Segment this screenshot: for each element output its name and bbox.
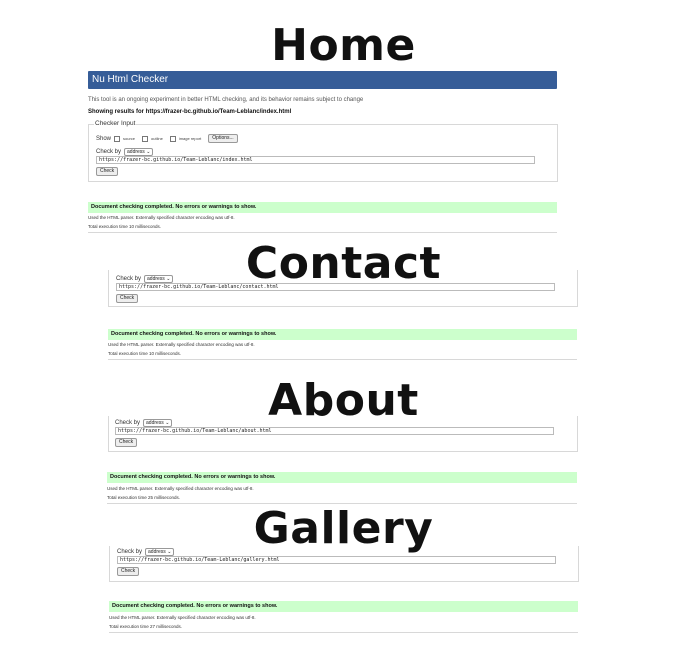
check-by-select[interactable]: address ⌄ [145, 548, 175, 556]
success-message-gallery: Document checking completed. No errors o… [109, 601, 578, 612]
check-by-label: Check by [117, 549, 143, 555]
showing-url: https://frazer-bc.github.io/Team-Leblanc… [145, 109, 292, 115]
outline-checkbox[interactable] [142, 135, 149, 142]
check-by-select[interactable]: address ⌄ [144, 275, 174, 283]
divider-home [88, 232, 557, 233]
check-row-gallery: Check [117, 567, 140, 576]
check-by-row-home: Check by address ⌄ [96, 148, 154, 156]
check-row-contact: Check [116, 294, 139, 303]
check-by-row-contact: Check by address ⌄ [116, 275, 174, 283]
image-report-checkbox[interactable] [169, 135, 176, 142]
url-input-home[interactable]: https://frazer-bc.github.io/Team-Leblanc… [96, 156, 535, 164]
show-options-row: Show source outline image report Options… [96, 134, 238, 143]
source-label: source [123, 136, 136, 141]
url-input-about[interactable]: https://frazer-bc.github.io/Team-Leblanc… [115, 427, 554, 435]
check-by-label: Check by [115, 420, 141, 426]
check-by-select[interactable]: address ⌄ [124, 148, 154, 156]
url-input-contact[interactable]: https://frazer-bc.github.io/Team-Leblanc… [116, 283, 555, 291]
check-row-home: Check [96, 167, 119, 176]
section-title-contact: Contact [245, 238, 442, 289]
parser-note-gallery: Used the HTML parser. Externally specifi… [109, 615, 256, 620]
divider-contact [108, 359, 577, 360]
section-title-home: Home [271, 20, 416, 71]
outline-label: outline [151, 136, 163, 141]
box-bottom-gallery [109, 581, 579, 582]
box-bottom-contact [108, 306, 578, 307]
success-message-home: Document checking completed. No errors o… [88, 202, 557, 213]
show-label: Show [96, 135, 112, 142]
check-button-contact[interactable]: Check [116, 294, 139, 303]
execution-time-about: Total execution time 25 milliseconds. [107, 495, 181, 500]
check-button-gallery[interactable]: Check [117, 567, 140, 576]
check-by-row-about: Check by address ⌄ [115, 419, 173, 427]
execution-time-gallery: Total execution time 27 milliseconds. [109, 624, 183, 629]
checker-input-legend: Checker Input [94, 120, 137, 127]
success-message-contact: Document checking completed. No errors o… [108, 329, 577, 340]
intro-text: This tool is an ongoing experiment in be… [88, 97, 364, 103]
check-by-label: Check by [116, 276, 142, 282]
parser-note-home: Used the HTML parser. Externally specifi… [88, 215, 235, 220]
image-report-label: image report [178, 136, 202, 141]
showing-prefix: Showing results for [88, 109, 146, 115]
parser-note-contact: Used the HTML parser. Externally specifi… [108, 342, 255, 347]
showing-results: Showing results for https://frazer-bc.gi… [88, 108, 558, 116]
check-by-row-gallery: Check by address ⌄ [117, 548, 175, 556]
execution-time-home: Total execution time 10 milliseconds. [88, 224, 162, 229]
success-message-about: Document checking completed. No errors o… [107, 472, 577, 483]
parser-note-about: Used the HTML parser. Externally specifi… [107, 486, 254, 491]
execution-time-contact: Total execution time 10 milliseconds. [108, 351, 182, 356]
checker-input-box-home [88, 124, 558, 182]
source-checkbox[interactable] [114, 135, 121, 142]
url-input-gallery[interactable]: https://frazer-bc.github.io/Team-Leblanc… [117, 556, 556, 564]
divider-gallery [109, 632, 578, 633]
box-bottom-about [108, 451, 578, 452]
section-title-about: About [268, 375, 419, 426]
section-title-gallery: Gallery [253, 503, 434, 554]
options-button[interactable]: Options... [208, 134, 238, 143]
checker-header: Nu Html Checker [88, 71, 557, 89]
check-by-select[interactable]: address ⌄ [143, 419, 173, 427]
check-button-home[interactable]: Check [96, 167, 119, 176]
check-row-about: Check [115, 438, 138, 447]
check-button-about[interactable]: Check [115, 438, 138, 447]
check-by-label: Check by [96, 149, 122, 155]
